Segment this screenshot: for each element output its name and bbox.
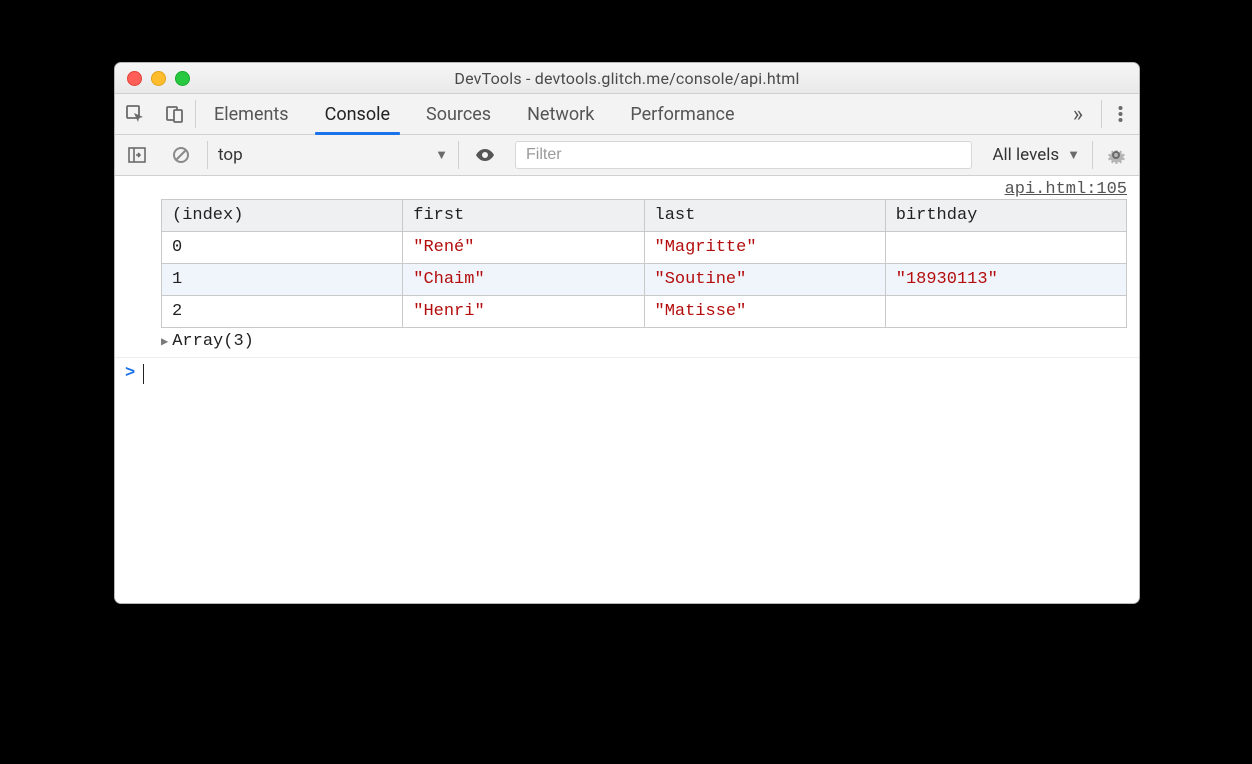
toggle-console-drawer-icon[interactable]	[115, 135, 159, 175]
chevron-down-icon: ▼	[1067, 147, 1080, 163]
col-last[interactable]: last	[644, 200, 885, 232]
tab-sources[interactable]: Sources	[408, 94, 509, 134]
cell-index: 1	[162, 264, 403, 296]
source-link[interactable]: api.html:105	[1005, 180, 1127, 199]
context-label: top	[218, 145, 243, 165]
console-table: (index) first last birthday 0 "René" "Ma…	[161, 199, 1127, 328]
device-toggle-icon[interactable]	[155, 94, 195, 134]
cell-index: 0	[162, 232, 403, 264]
cell-birthday: "18930113"	[885, 264, 1126, 296]
panel-tabs: Elements Console Sources Network Perform…	[115, 94, 1139, 135]
console-settings-icon[interactable]	[1092, 141, 1139, 169]
col-index[interactable]: (index)	[162, 200, 403, 232]
more-tabs-button[interactable]: »	[1055, 94, 1101, 134]
levels-label: All levels	[992, 145, 1059, 165]
chevron-right-icon: »	[1073, 102, 1083, 127]
cell-birthday	[885, 232, 1126, 264]
array-summary-label: Array(3)	[172, 332, 254, 351]
window-close-button[interactable]	[127, 71, 142, 86]
devtools-window: DevTools - devtools.glitch.me/console/ap…	[114, 62, 1140, 604]
inspect-element-icon[interactable]	[115, 94, 155, 134]
col-first[interactable]: first	[403, 200, 644, 232]
table-row: 0 "René" "Magritte"	[162, 232, 1127, 264]
window-title: DevTools - devtools.glitch.me/console/ap…	[115, 69, 1139, 88]
tab-list: Elements Console Sources Network Perform…	[196, 94, 1055, 134]
col-birthday[interactable]: birthday	[885, 200, 1126, 232]
tab-label: Elements	[214, 104, 289, 125]
cell-birthday	[885, 296, 1126, 328]
filter-input[interactable]	[515, 141, 972, 169]
table-row: 2 "Henri" "Matisse"	[162, 296, 1127, 328]
console-body: api.html:105 (index) first last birthday…	[115, 176, 1139, 603]
tab-performance[interactable]: Performance	[612, 94, 752, 134]
settings-menu-button[interactable]	[1102, 94, 1139, 134]
cell-index: 2	[162, 296, 403, 328]
table-header-row: (index) first last birthday	[162, 200, 1127, 232]
console-prompt[interactable]: >	[115, 357, 1139, 390]
disclosure-triangle-icon: ▶	[161, 334, 168, 349]
chevron-down-icon: ▼	[435, 147, 448, 163]
cell-last: "Matisse"	[644, 296, 885, 328]
cell-first: "Henri"	[403, 296, 644, 328]
array-disclosure[interactable]: ▶ Array(3)	[115, 328, 1139, 357]
tab-elements[interactable]: Elements	[196, 94, 307, 134]
log-levels-selector[interactable]: All levels ▼	[980, 145, 1092, 165]
window-minimize-button[interactable]	[151, 71, 166, 86]
execution-context-selector[interactable]: top ▼	[207, 141, 459, 169]
live-expression-icon[interactable]	[463, 144, 507, 166]
cell-first: "Chaim"	[403, 264, 644, 296]
source-location: api.html:105	[115, 176, 1139, 199]
console-toolbar: top ▼ All levels ▼	[115, 135, 1139, 176]
tab-network[interactable]: Network	[509, 94, 612, 134]
clear-console-icon[interactable]	[159, 135, 203, 175]
window-zoom-button[interactable]	[175, 71, 190, 86]
cell-last: "Soutine"	[644, 264, 885, 296]
tab-label: Performance	[630, 104, 734, 125]
tab-console[interactable]: Console	[307, 94, 408, 134]
console-table-wrapper: (index) first last birthday 0 "René" "Ma…	[115, 199, 1139, 328]
cell-first: "René"	[403, 232, 644, 264]
tab-label: Console	[325, 104, 390, 125]
tab-label: Sources	[426, 104, 491, 125]
text-cursor	[143, 364, 144, 384]
titlebar: DevTools - devtools.glitch.me/console/ap…	[115, 63, 1139, 94]
traffic-lights	[115, 71, 190, 86]
tab-label: Network	[527, 104, 594, 125]
table-row: 1 "Chaim" "Soutine" "18930113"	[162, 264, 1127, 296]
cell-last: "Magritte"	[644, 232, 885, 264]
prompt-glyph: >	[125, 364, 135, 383]
